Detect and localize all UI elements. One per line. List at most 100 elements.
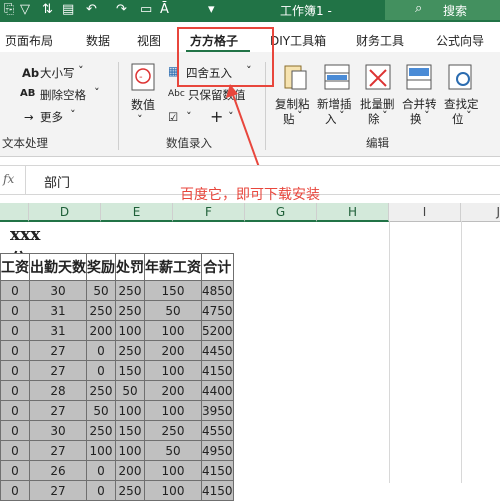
find-locate-button-line2[interactable]: 位 <box>452 111 464 127</box>
table-cell[interactable]: 250 <box>86 420 116 441</box>
column-header-g[interactable]: G <box>245 203 317 222</box>
chevron-down-icon[interactable]: ˇ <box>382 109 388 123</box>
fx-icon[interactable]: fx <box>3 172 14 186</box>
table-cell[interactable]: 4150 <box>201 480 234 501</box>
tab-finance-tools[interactable]: 财务工具 <box>356 32 404 49</box>
tab-formula-wizard[interactable]: 公式向导 <box>436 32 484 49</box>
table-cell[interactable]: 250 <box>115 300 145 321</box>
table-cell[interactable]: 100 <box>115 400 145 421</box>
table-cell[interactable]: 50 <box>115 380 145 401</box>
tab-data[interactable]: 数据 <box>86 32 110 49</box>
table-cell[interactable]: 0 <box>86 480 116 501</box>
table-cell[interactable]: 150 <box>115 420 145 441</box>
table-cell[interactable]: 4150 <box>201 460 234 481</box>
header-cell[interactable]: 出勤天数 <box>29 253 87 281</box>
table-cell[interactable]: 4450 <box>201 340 234 361</box>
tab-view[interactable]: 视图 <box>137 32 161 49</box>
table-cell[interactable]: 100 <box>144 400 202 421</box>
table-cell[interactable]: 31 <box>29 300 87 321</box>
insert-button-line2[interactable]: 入 <box>325 111 337 127</box>
table-cell[interactable]: 100 <box>144 360 202 381</box>
formula-input[interactable]: 部门 <box>44 172 70 191</box>
more-button[interactable]: 更多 <box>40 109 63 125</box>
chevron-down-icon[interactable]: ˇ <box>339 109 345 123</box>
table-cell[interactable]: 4850 <box>201 280 234 301</box>
format-icon[interactable]: ▭ <box>140 2 152 17</box>
table-cell[interactable]: 5200 <box>201 320 234 341</box>
table-cell[interactable]: 30 <box>29 280 87 301</box>
batch-delete-button[interactable]: 批量删 <box>360 96 395 112</box>
table-cell[interactable]: 0 <box>0 300 30 321</box>
table-cell[interactable]: 27 <box>29 440 87 461</box>
column-header-h[interactable]: H <box>317 203 389 222</box>
table-cell[interactable]: 4400 <box>201 380 234 401</box>
table-cell[interactable]: 100 <box>86 440 116 461</box>
chevron-down-icon[interactable]: ˇ <box>137 113 143 127</box>
copy-paste-button-line2[interactable]: 贴 <box>283 111 295 127</box>
header-cell[interactable]: 合计 <box>201 253 234 281</box>
insert-button[interactable]: 新增插 <box>317 96 352 112</box>
table-cell[interactable]: 250 <box>115 280 145 301</box>
table-cell[interactable]: 200 <box>144 380 202 401</box>
table-cell[interactable]: 150 <box>144 280 202 301</box>
table-cell[interactable]: 28 <box>29 380 87 401</box>
table-cell[interactable]: 150 <box>115 360 145 381</box>
table-cell[interactable]: 0 <box>0 280 30 301</box>
column-header-d[interactable]: D <box>29 203 101 222</box>
column-header-i[interactable]: I <box>389 203 461 221</box>
table-cell[interactable]: 200 <box>115 460 145 481</box>
font-color-icon[interactable]: Ā <box>160 2 169 17</box>
header-cell[interactable]: 年薪工资 <box>144 253 202 281</box>
table-cell[interactable]: 27 <box>29 340 87 361</box>
chevron-down-icon[interactable]: ˇ <box>186 110 192 124</box>
table-cell[interactable]: 0 <box>0 340 30 361</box>
table-cell[interactable]: 250 <box>144 420 202 441</box>
table-cell[interactable]: 100 <box>144 320 202 341</box>
chevron-down-icon[interactable]: ˇ <box>466 109 472 123</box>
table-cell[interactable]: 100 <box>144 460 202 481</box>
search-box[interactable]: ⌕ 搜索 <box>385 0 500 20</box>
table-cell[interactable]: 0 <box>0 400 30 421</box>
table-cell[interactable]: 0 <box>0 440 30 461</box>
table-cell[interactable]: 31 <box>29 320 87 341</box>
paste-icon[interactable]: ▤ <box>62 2 74 17</box>
table-cell[interactable]: 0 <box>0 360 30 381</box>
copy-paste-button[interactable]: 复制粘 <box>275 96 310 112</box>
table-cell[interactable]: 250 <box>86 380 116 401</box>
table-cell[interactable]: 200 <box>86 320 116 341</box>
sort-icon[interactable]: ⇅ <box>42 2 53 17</box>
table-cell[interactable]: 50 <box>144 440 202 461</box>
table-cell[interactable]: 4150 <box>201 360 234 381</box>
table-cell[interactable]: 0 <box>0 320 30 341</box>
chevron-down-icon[interactable]: ˇ <box>297 109 303 123</box>
merge-convert-button-line2[interactable]: 换 <box>410 111 422 127</box>
header-cell[interactable]: 工资 <box>0 253 30 281</box>
table-cell[interactable]: 30 <box>29 420 87 441</box>
column-header-c[interactable] <box>0 203 29 222</box>
chevron-down-icon[interactable]: ˇ <box>424 109 430 123</box>
table-cell[interactable]: 27 <box>29 360 87 381</box>
table-cell[interactable]: 100 <box>115 320 145 341</box>
table-cell[interactable]: 100 <box>115 440 145 461</box>
table-cell[interactable]: 0 <box>0 460 30 481</box>
table-cell[interactable]: 50 <box>144 300 202 321</box>
table-cell[interactable]: 26 <box>29 460 87 481</box>
find-locate-button[interactable]: 查找定 <box>444 96 479 112</box>
chevron-down-icon[interactable]: ˇ <box>94 86 100 100</box>
table-cell[interactable]: 0 <box>0 380 30 401</box>
table-cell[interactable]: 4750 <box>201 300 234 321</box>
insert-icon[interactable]: ☑ <box>168 110 178 124</box>
table-cell[interactable]: 50 <box>86 400 116 421</box>
table-cell[interactable]: 27 <box>29 480 87 501</box>
table-cell[interactable]: 4550 <box>201 420 234 441</box>
table-cell[interactable]: 4950 <box>201 440 234 461</box>
header-cell[interactable]: 处罚 <box>115 253 145 281</box>
undo-icon[interactable]: ↶ <box>86 2 97 17</box>
table-cell[interactable]: 100 <box>144 480 202 501</box>
table-cell[interactable]: 50 <box>86 280 116 301</box>
table-cell[interactable]: 0 <box>86 460 116 481</box>
case-button[interactable]: 大小写 <box>40 65 75 81</box>
batch-delete-button-line2[interactable]: 除 <box>368 111 380 127</box>
table-cell[interactable]: 0 <box>0 480 30 501</box>
column-header-f[interactable]: F <box>173 203 245 222</box>
